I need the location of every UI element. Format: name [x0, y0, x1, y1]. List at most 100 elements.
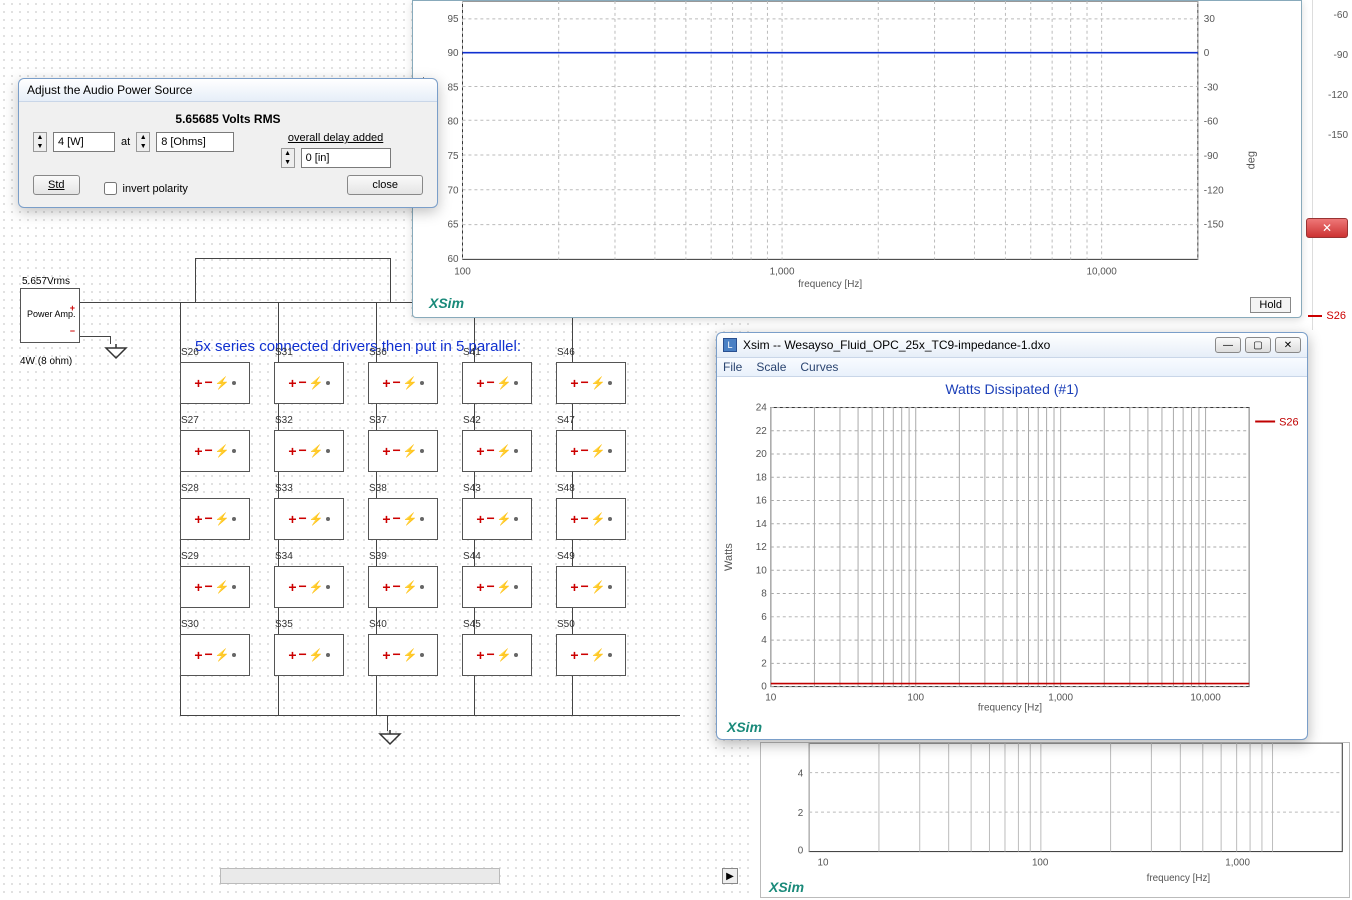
driver-label: S45	[463, 619, 481, 630]
close-button[interactable]: close	[347, 175, 423, 195]
driver-label: S40	[369, 619, 387, 630]
window-title: Xsim -- Wesayso_Fluid_OPC_25x_TC9-impeda…	[743, 338, 1050, 352]
driver-label: S31	[275, 347, 293, 358]
driver-s50[interactable]: S50+−⚡	[556, 634, 626, 676]
driver-s32[interactable]: S32+−⚡	[274, 430, 344, 472]
driver-s30[interactable]: S30+−⚡	[180, 634, 250, 676]
driver-s45[interactable]: S45+−⚡	[462, 634, 532, 676]
driver-s39[interactable]: S39+−⚡	[368, 566, 438, 608]
svg-text:70: 70	[447, 185, 459, 196]
svg-text:4: 4	[798, 769, 804, 780]
svg-text:75: 75	[447, 151, 459, 162]
speaker-icon: +−⚡	[288, 580, 329, 594]
driver-s26[interactable]: S26+−⚡	[180, 362, 250, 404]
delay-added-label: overall delay added	[248, 132, 423, 144]
watts-stepper[interactable]: ▲▼	[33, 132, 47, 152]
driver-label: S29	[181, 551, 199, 562]
svg-text:14: 14	[756, 519, 768, 530]
driver-s40[interactable]: S40+−⚡	[368, 634, 438, 676]
driver-grid: S26+−⚡S27+−⚡S28+−⚡S29+−⚡S30+−⚡S31+−⚡S32+…	[180, 362, 650, 702]
ground-icon	[104, 344, 128, 363]
delay-input[interactable]	[301, 148, 391, 168]
menu-curves[interactable]: Curves	[800, 360, 838, 374]
driver-s33[interactable]: S33+−⚡	[274, 498, 344, 540]
amp-watts-label: 4W (8 ohm)	[20, 356, 72, 367]
window-titlebar[interactable]: L Xsim -- Wesayso_Fluid_OPC_25x_TC9-impe…	[717, 333, 1307, 358]
driver-s35[interactable]: S35+−⚡	[274, 634, 344, 676]
driver-label: S36	[369, 347, 387, 358]
xsim-brand: XSim	[727, 719, 762, 735]
frequency-response-chart: dBSPL deg 9590858075706560 300-30-60-90	[412, 0, 1302, 318]
driver-s29[interactable]: S29+−⚡	[180, 566, 250, 608]
svg-text:frequency [Hz]: frequency [Hz]	[798, 279, 862, 290]
xsim-brand: XSim	[429, 295, 464, 311]
driver-label: S30	[181, 619, 199, 630]
dialog-title: Adjust the Audio Power Source	[19, 79, 437, 102]
svg-text:12: 12	[756, 542, 768, 553]
driver-s46[interactable]: S46+−⚡	[556, 362, 626, 404]
invert-polarity-label: invert polarity	[123, 183, 188, 195]
driver-label: S39	[369, 551, 387, 562]
driver-label: S48	[557, 483, 575, 494]
ohms-stepper[interactable]: ▲▼	[136, 132, 150, 152]
hold-button[interactable]: Hold	[1250, 297, 1291, 313]
driver-s49[interactable]: S49+−⚡	[556, 566, 626, 608]
svg-text:10,000: 10,000	[1190, 693, 1221, 704]
driver-s44[interactable]: S44+−⚡	[462, 566, 532, 608]
speaker-icon: +−⚡	[570, 512, 611, 526]
scroll-right-icon[interactable]: ▶	[722, 868, 738, 884]
minimize-icon[interactable]: —	[1215, 337, 1241, 353]
menu-scale[interactable]: Scale	[756, 360, 786, 374]
speaker-icon: +−⚡	[382, 580, 423, 594]
svg-text:10: 10	[818, 857, 829, 868]
amp-plus-terminal: +	[70, 303, 75, 313]
driver-s36[interactable]: S36+−⚡	[368, 362, 438, 404]
svg-text:95: 95	[447, 14, 459, 25]
svg-text:65: 65	[447, 220, 459, 231]
invert-polarity-input[interactable]	[104, 182, 117, 195]
driver-s27[interactable]: S27+−⚡	[180, 430, 250, 472]
driver-s41[interactable]: S41+−⚡	[462, 362, 532, 404]
speaker-icon: +−⚡	[476, 648, 517, 662]
speaker-icon: +−⚡	[476, 444, 517, 458]
driver-label: S50	[557, 619, 575, 630]
horizontal-scrollbar[interactable]	[220, 868, 500, 884]
svg-text:6: 6	[761, 612, 767, 623]
watts-input[interactable]	[53, 132, 115, 152]
driver-s34[interactable]: S34+−⚡	[274, 566, 344, 608]
driver-s28[interactable]: S28+−⚡	[180, 498, 250, 540]
speaker-icon: +−⚡	[194, 444, 235, 458]
invert-polarity-checkbox[interactable]: invert polarity	[104, 182, 188, 195]
driver-s42[interactable]: S42+−⚡	[462, 430, 532, 472]
svg-text:-120: -120	[1204, 185, 1224, 196]
app-icon: L	[723, 338, 737, 352]
driver-label: S28	[181, 483, 199, 494]
svg-text:frequency [Hz]: frequency [Hz]	[978, 702, 1042, 713]
svg-text:100: 100	[454, 266, 471, 277]
svg-text:frequency [Hz]: frequency [Hz]	[1147, 873, 1211, 884]
svg-text:10,000: 10,000	[1086, 266, 1117, 277]
delay-stepper[interactable]: ▲▼	[281, 148, 295, 168]
maximize-icon[interactable]: ▢	[1245, 337, 1271, 353]
driver-s47[interactable]: S47+−⚡	[556, 430, 626, 472]
driver-s37[interactable]: S37+−⚡	[368, 430, 438, 472]
svg-text:22: 22	[756, 426, 768, 437]
power-amp-block[interactable]: Power Amp. + −	[20, 288, 80, 343]
close-icon[interactable]: ✕	[1275, 337, 1301, 353]
at-label: at	[121, 136, 130, 148]
menu-file[interactable]: File	[723, 360, 742, 374]
speaker-icon: +−⚡	[382, 376, 423, 390]
svg-text:1,000: 1,000	[770, 266, 795, 277]
close-icon[interactable]: ✕	[1306, 218, 1348, 238]
amp-minus-terminal: −	[70, 326, 75, 336]
speaker-icon: +−⚡	[382, 648, 423, 662]
driver-s48[interactable]: S48+−⚡	[556, 498, 626, 540]
driver-label: S33	[275, 483, 293, 494]
driver-s31[interactable]: S31+−⚡	[274, 362, 344, 404]
std-button[interactable]: Std	[33, 175, 80, 195]
fr-right-axis-label: deg	[1245, 151, 1257, 169]
svg-text:2: 2	[798, 808, 803, 819]
driver-s43[interactable]: S43+−⚡	[462, 498, 532, 540]
ohms-input[interactable]	[156, 132, 234, 152]
driver-s38[interactable]: S38+−⚡	[368, 498, 438, 540]
